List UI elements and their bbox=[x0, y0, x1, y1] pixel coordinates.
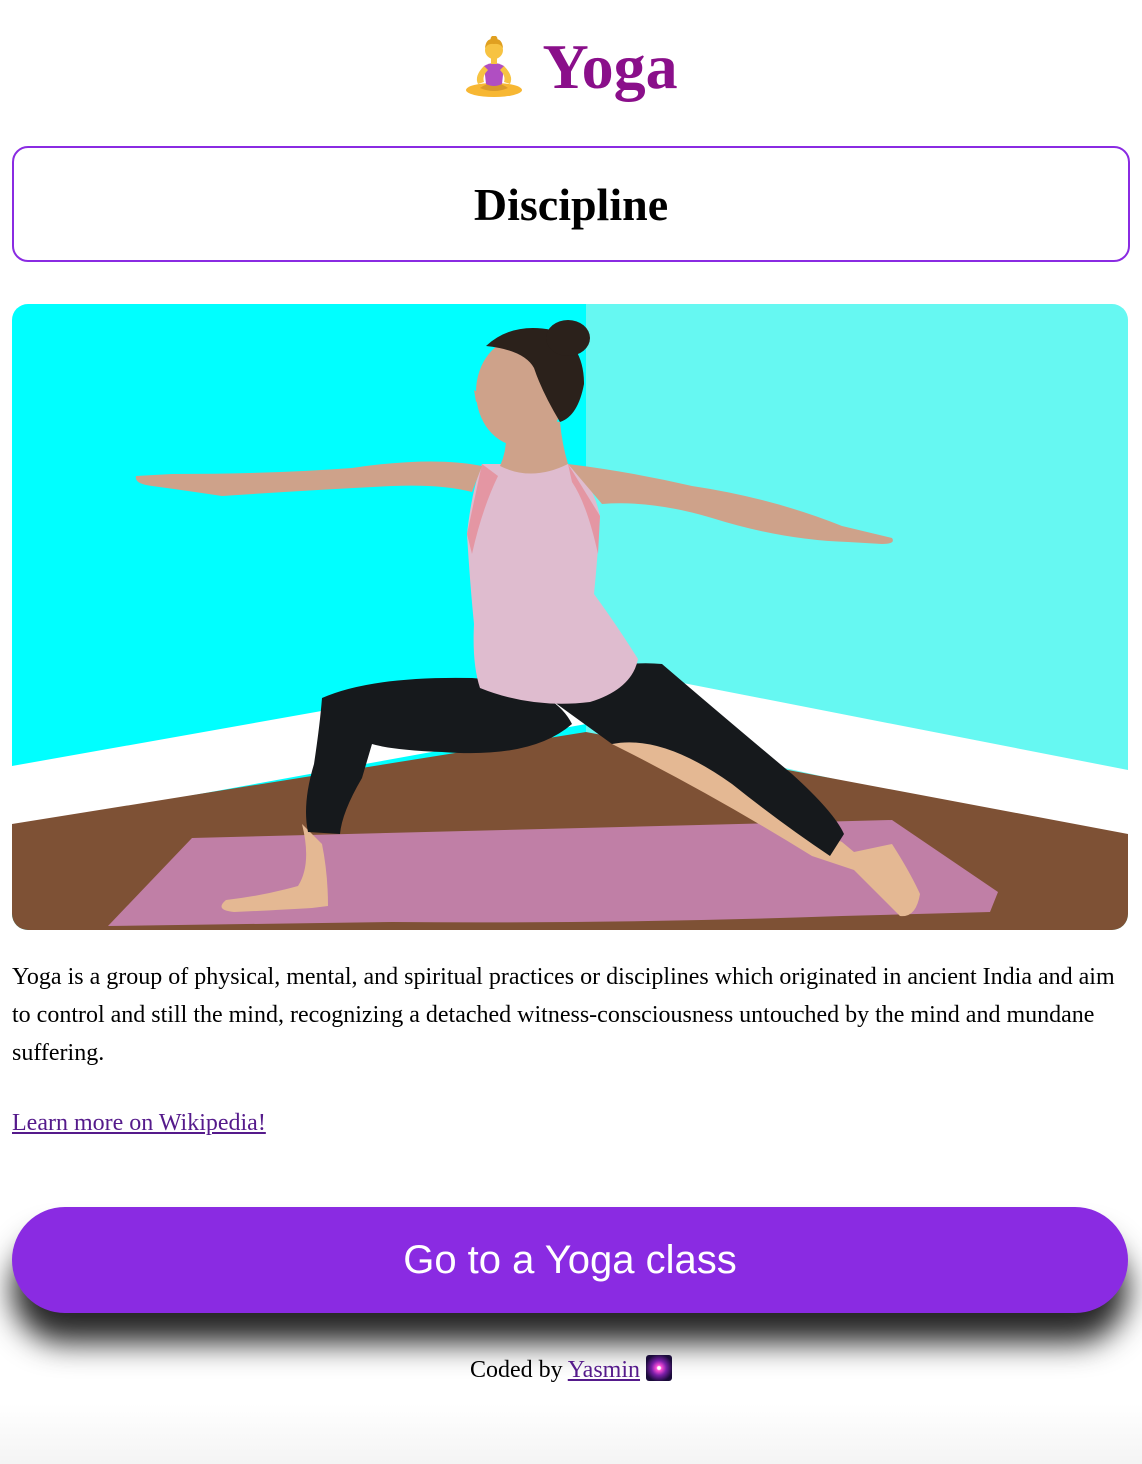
topic-card: Discipline bbox=[12, 146, 1130, 262]
page-title: Yoga bbox=[12, 0, 1130, 110]
author-name: Yasmin bbox=[567, 1357, 641, 1383]
wikipedia-link[interactable]: Learn more on Wikipedia! bbox=[12, 1110, 266, 1137]
yoga-class-button[interactable]: Go to a Yoga class bbox=[12, 1207, 1128, 1313]
warrior-pose-illustration bbox=[12, 304, 1128, 930]
sparkle-icon bbox=[646, 1355, 673, 1381]
topic-heading: Discipline bbox=[473, 178, 669, 230]
page-background-fade bbox=[0, 1404, 1142, 1464]
author-link[interactable]: Yasmin bbox=[567, 1355, 673, 1383]
footer: Coded by Yasmin bbox=[12, 1355, 1130, 1384]
page-title-text: Yoga bbox=[542, 31, 678, 102]
person-in-lotus-position-icon bbox=[466, 36, 523, 97]
page-content: Yoga Discipline Yoga is a group of physi… bbox=[0, 0, 1142, 1384]
footer-prefix: Coded by bbox=[469, 1357, 563, 1383]
yoga-description: Yoga is a group of physical, mental, and… bbox=[12, 964, 1115, 1066]
